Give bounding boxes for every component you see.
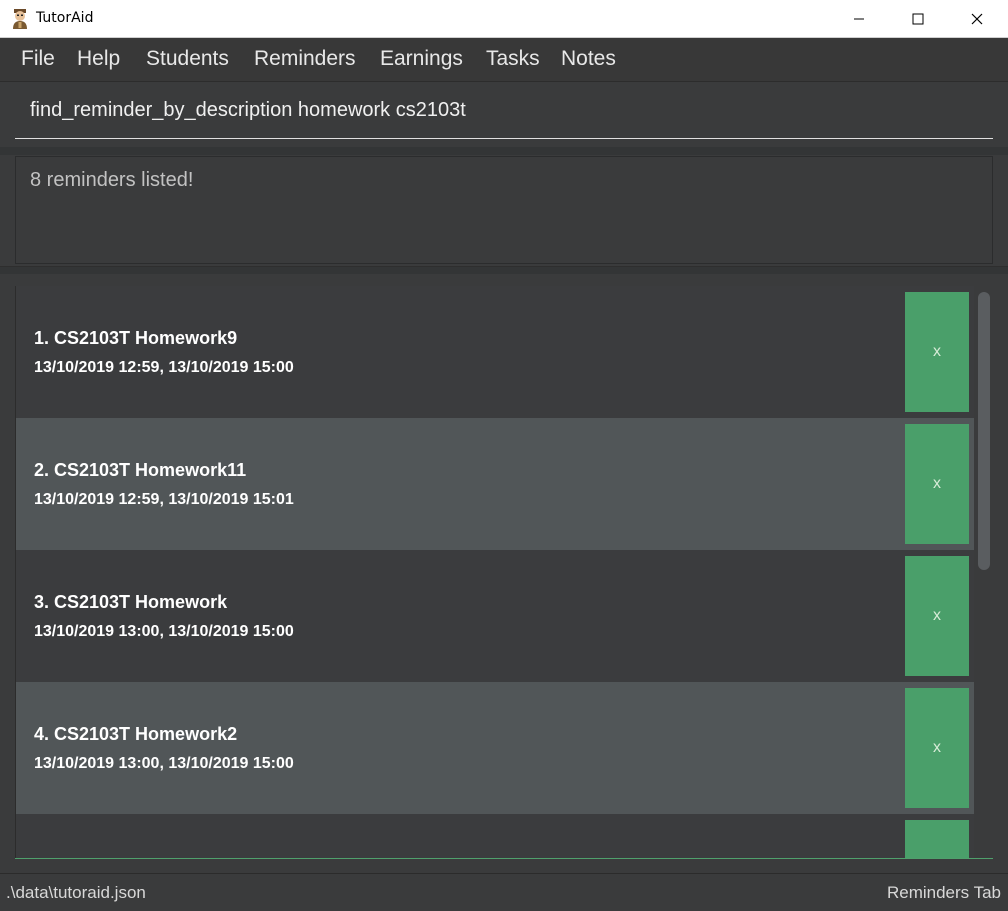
- divider: [0, 266, 1008, 274]
- menu-file[interactable]: File: [21, 47, 55, 71]
- list-item[interactable]: 3. CS2103T Homework 13/10/2019 13:00, 13…: [16, 550, 974, 682]
- minimize-button[interactable]: [830, 0, 888, 38]
- reminder-title: 1. CS2103T Homework9: [34, 328, 238, 348]
- delete-reminder-button[interactable]: x: [905, 292, 969, 412]
- list-item[interactable]: 2. CS2103T Homework11 13/10/2019 12:59, …: [16, 418, 974, 550]
- window-title: TutorAid: [36, 10, 94, 26]
- maximize-button[interactable]: [889, 0, 947, 38]
- minimize-icon: [854, 18, 864, 20]
- menu-earnings[interactable]: Earnings: [380, 47, 463, 71]
- divider: [0, 147, 1008, 155]
- command-box: [0, 83, 1008, 147]
- command-input[interactable]: [15, 83, 993, 139]
- menu-bar: File Help Students Reminders Earnings Ta…: [0, 38, 1008, 82]
- menu-students[interactable]: Students: [146, 47, 229, 71]
- menu-notes[interactable]: Notes: [561, 47, 616, 71]
- delete-reminder-button[interactable]: [905, 820, 969, 858]
- title-bar: TutorAid: [0, 0, 1008, 38]
- list-item[interactable]: 1. CS2103T Homework9 13/10/2019 12:59, 1…: [16, 286, 974, 418]
- status-bar: .\data\tutoraid.json Reminders Tab: [0, 873, 1008, 911]
- menu-help[interactable]: Help: [77, 47, 120, 71]
- reminder-times: 13/10/2019 13:00, 13/10/2019 15:00: [34, 755, 294, 772]
- reminder-title: 4. CS2103T Homework2: [34, 724, 238, 744]
- tutor-avatar-icon: [10, 8, 30, 30]
- list-item[interactable]: [16, 814, 974, 858]
- data-file-path: .\data\tutoraid.json: [6, 883, 146, 902]
- delete-reminder-button[interactable]: x: [905, 424, 969, 544]
- reminder-title: 2. CS2103T Homework11: [34, 460, 247, 480]
- reminder-times: 13/10/2019 12:59, 13/10/2019 15:01: [34, 491, 294, 508]
- list-bottom-border: [15, 858, 993, 859]
- reminder-times: 13/10/2019 12:59, 13/10/2019 15:00: [34, 359, 294, 376]
- maximize-icon: [912, 13, 924, 25]
- result-display: 8 reminders listed!: [15, 156, 993, 264]
- reminder-times: 13/10/2019 13:00, 13/10/2019 15:00: [34, 623, 294, 640]
- current-tab-label: Reminders Tab: [886, 883, 1001, 902]
- delete-reminder-button[interactable]: x: [905, 688, 969, 808]
- menu-reminders[interactable]: Reminders: [254, 47, 356, 71]
- delete-reminder-button[interactable]: x: [905, 556, 969, 676]
- reminder-list[interactable]: 1. CS2103T Homework9 13/10/2019 12:59, 1…: [15, 286, 994, 858]
- menu-tasks[interactable]: Tasks: [486, 47, 540, 71]
- reminder-title: 3. CS2103T Homework: [34, 592, 228, 612]
- close-button[interactable]: [948, 0, 1006, 38]
- result-message: 8 reminders listed!: [30, 169, 194, 191]
- list-item[interactable]: 4. CS2103T Homework2 13/10/2019 13:00, 1…: [16, 682, 974, 814]
- scrollbar-thumb[interactable]: [978, 292, 990, 570]
- close-icon: [971, 13, 983, 25]
